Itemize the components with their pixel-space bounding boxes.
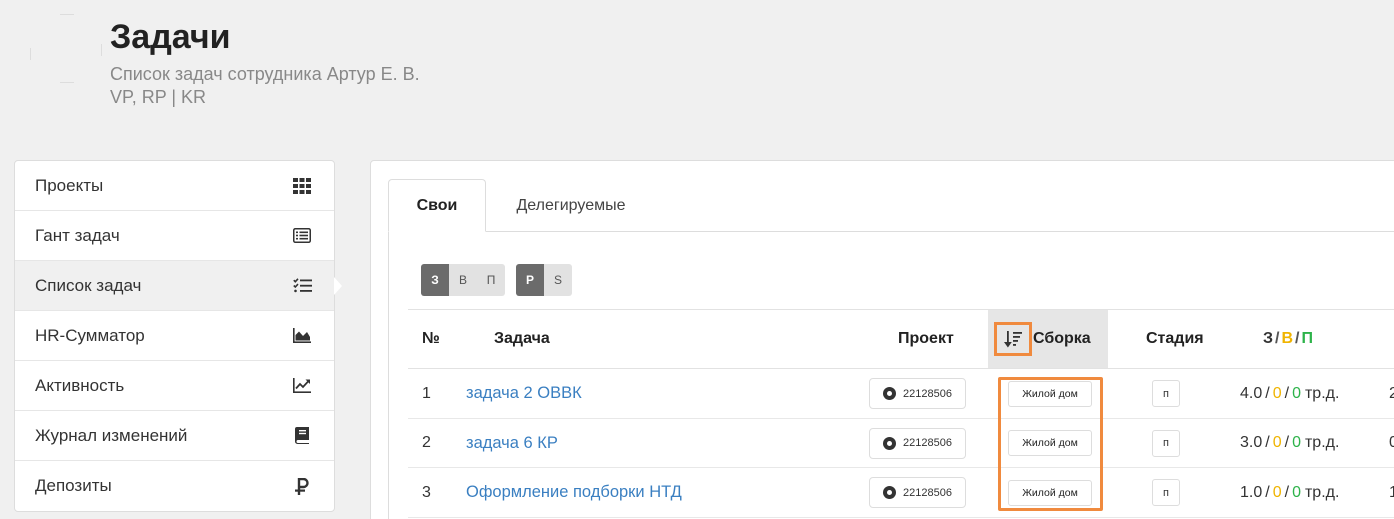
sidebar-item-label: Гант задач: [35, 225, 120, 245]
sidebar-item-label: Активность: [35, 375, 125, 395]
list-alt-icon: [292, 227, 312, 245]
header-task[interactable]: Задача: [494, 310, 550, 368]
type-filter-group: Р S: [516, 264, 572, 296]
header-stage[interactable]: Стадия: [1146, 310, 1204, 368]
row-num: 2: [422, 434, 431, 451]
tasks-checklist-icon: [292, 277, 312, 295]
assembly-badge[interactable]: Жилой дом: [1008, 430, 1092, 456]
dot-circle-icon: [883, 387, 897, 400]
zvp-values: 4.0 / 0 / 0 тр.д.: [1240, 384, 1340, 402]
header-v: В: [1281, 330, 1294, 347]
sidebar-item-label: Список задач: [35, 275, 142, 295]
dot-circle-icon: [883, 436, 897, 450]
sidebar-item-task-list[interactable]: Список задач: [15, 261, 334, 311]
row-num: 1: [422, 384, 431, 402]
header-z: З: [1263, 330, 1274, 347]
zvp-values: 3.0 / 0 / 0 тр.д.: [1240, 434, 1340, 451]
header-project[interactable]: Проект: [898, 310, 954, 368]
main-panel: Свои Делегируемые З В П Р S № Задача Про…: [370, 160, 1394, 519]
tasks-table: № Задача Проект Сборка Стадия З / В / П …: [408, 309, 1394, 518]
subtitle-employee: Список задач сотрудника Артур Е. В.: [110, 64, 420, 84]
header-p: П: [1301, 330, 1314, 347]
assembly-badge[interactable]: Жилой дом: [1008, 380, 1092, 407]
sidebar-item-label: Депозиты: [35, 476, 112, 495]
filter-r-button[interactable]: Р: [516, 264, 544, 296]
sidebar-item-label: Журнал изменений: [35, 425, 188, 445]
header-num: №: [422, 330, 440, 347]
sidebar-item-label: Проекты: [35, 175, 104, 195]
header-assembly[interactable]: Сборка: [988, 310, 1108, 368]
ruble-icon: [292, 477, 312, 495]
area-chart-icon: [292, 327, 312, 345]
book-icon: [292, 427, 312, 445]
row-num: 3: [422, 483, 431, 501]
tab-own[interactable]: Свои: [388, 179, 486, 232]
stage-badge[interactable]: п: [1152, 429, 1180, 457]
tab-delegated[interactable]: Делегируемые: [496, 179, 646, 232]
table-row: 1 задача 2 ОВВК 22128506 Жилой дом п 4.0…: [408, 369, 1394, 419]
page-subtitle: Список задач сотрудника Артур Е. В. VP, …: [110, 63, 420, 109]
sidebar-item-label: HR-Сумматор: [35, 325, 145, 345]
grid-icon: [292, 177, 312, 195]
stage-badge[interactable]: п: [1152, 479, 1180, 506]
status-filter-group: З В П: [421, 264, 505, 296]
project-badge[interactable]: 22128506: [869, 427, 966, 459]
table-header: № Задача Проект Сборка Стадия З / В / П: [408, 309, 1394, 369]
project-badge[interactable]: 22128506: [869, 378, 966, 409]
avatar: [30, 14, 102, 84]
stage-badge[interactable]: п: [1152, 380, 1180, 407]
dot-circle-icon: [883, 486, 897, 499]
table-row: 2 задача 6 КР 22128506 Жилой дом п 3.0 /…: [408, 419, 1394, 468]
active-item-pointer: [334, 277, 342, 295]
sidebar-item-deposits[interactable]: Депозиты: [15, 461, 334, 511]
header-zvp: З / В / П: [1263, 330, 1314, 347]
task-link[interactable]: задача 6 КР: [466, 419, 558, 468]
filter-s-button[interactable]: S: [544, 264, 572, 296]
page-title: Задачи: [110, 18, 231, 56]
sidebar-item-activity[interactable]: Активность: [15, 361, 334, 411]
filter-v-button[interactable]: В: [449, 264, 477, 296]
sidebar-item-gantt[interactable]: Гант задач: [15, 211, 334, 261]
project-badge[interactable]: 22128506: [869, 477, 966, 508]
extra-value: 0: [1389, 434, 1394, 451]
filter-p-button[interactable]: П: [477, 264, 505, 296]
subtitle-roles: VP, RP | KR: [110, 87, 207, 107]
sidebar-item-projects[interactable]: Проекты: [15, 161, 334, 211]
line-chart-icon: [292, 377, 312, 395]
extra-value: 2: [1389, 384, 1394, 402]
task-link[interactable]: Оформление подборки НТД: [466, 468, 682, 517]
header-assembly-label: Сборка: [1033, 330, 1091, 347]
extra-value: 1: [1389, 483, 1394, 501]
task-link[interactable]: задача 2 ОВВК: [466, 369, 582, 418]
zvp-values: 1.0 / 0 / 0 тр.д.: [1240, 483, 1340, 501]
assembly-badge[interactable]: Жилой дом: [1008, 479, 1092, 506]
filter-z-button[interactable]: З: [421, 264, 449, 296]
sidebar: Проекты Гант задач Список задач HR-Сумма…: [14, 160, 335, 512]
sort-amount-down-icon[interactable]: [994, 322, 1032, 356]
sidebar-item-changelog[interactable]: Журнал изменений: [15, 411, 334, 461]
table-row: 3 Оформление подборки НТД 22128506 Жилой…: [408, 468, 1394, 518]
sidebar-item-hr-summator[interactable]: HR-Сумматор: [15, 311, 334, 361]
